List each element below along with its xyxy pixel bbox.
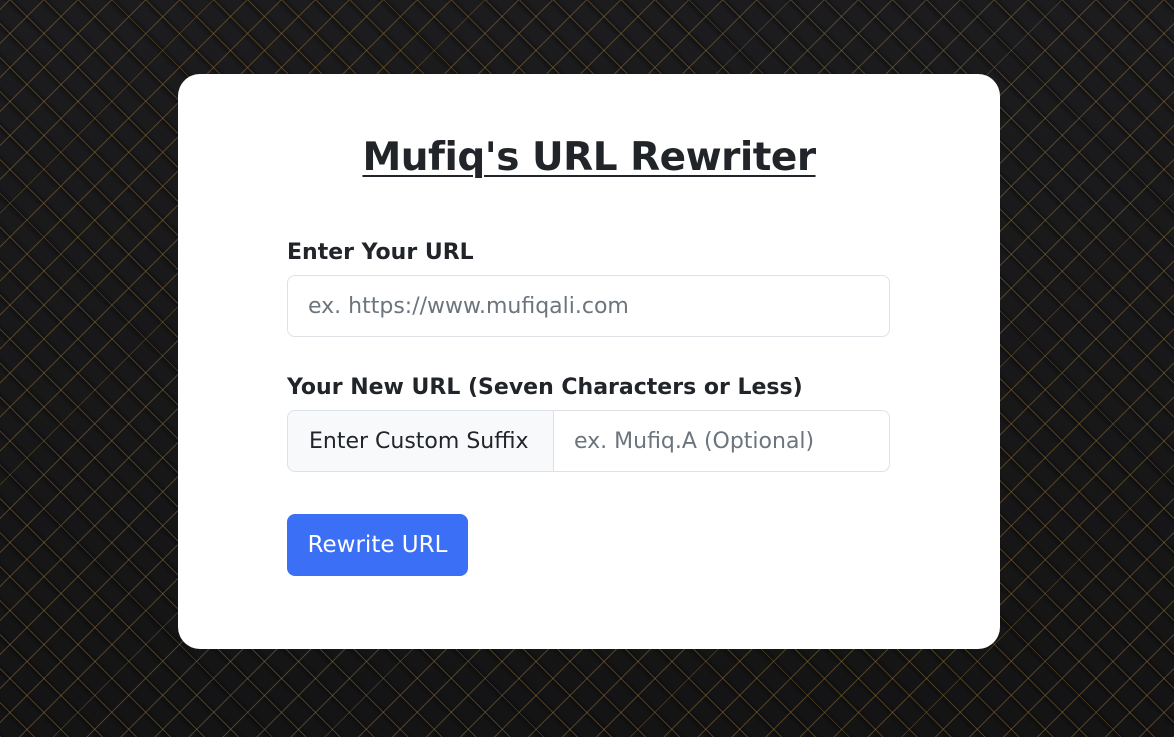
custom-suffix-input[interactable] (553, 410, 890, 472)
url-label: Enter Your URL (287, 240, 474, 265)
rewriter-card: Mufiq's URL Rewriter Enter Your URL Your… (178, 74, 1000, 649)
page-title: Mufiq's URL Rewriter (362, 135, 816, 180)
custom-suffix-addon: Enter Custom Suffix (287, 410, 553, 472)
rewrite-url-button[interactable]: Rewrite URL (287, 514, 468, 576)
url-input[interactable] (287, 275, 890, 337)
new-url-label: Your New URL (Seven Characters or Less) (287, 375, 803, 400)
